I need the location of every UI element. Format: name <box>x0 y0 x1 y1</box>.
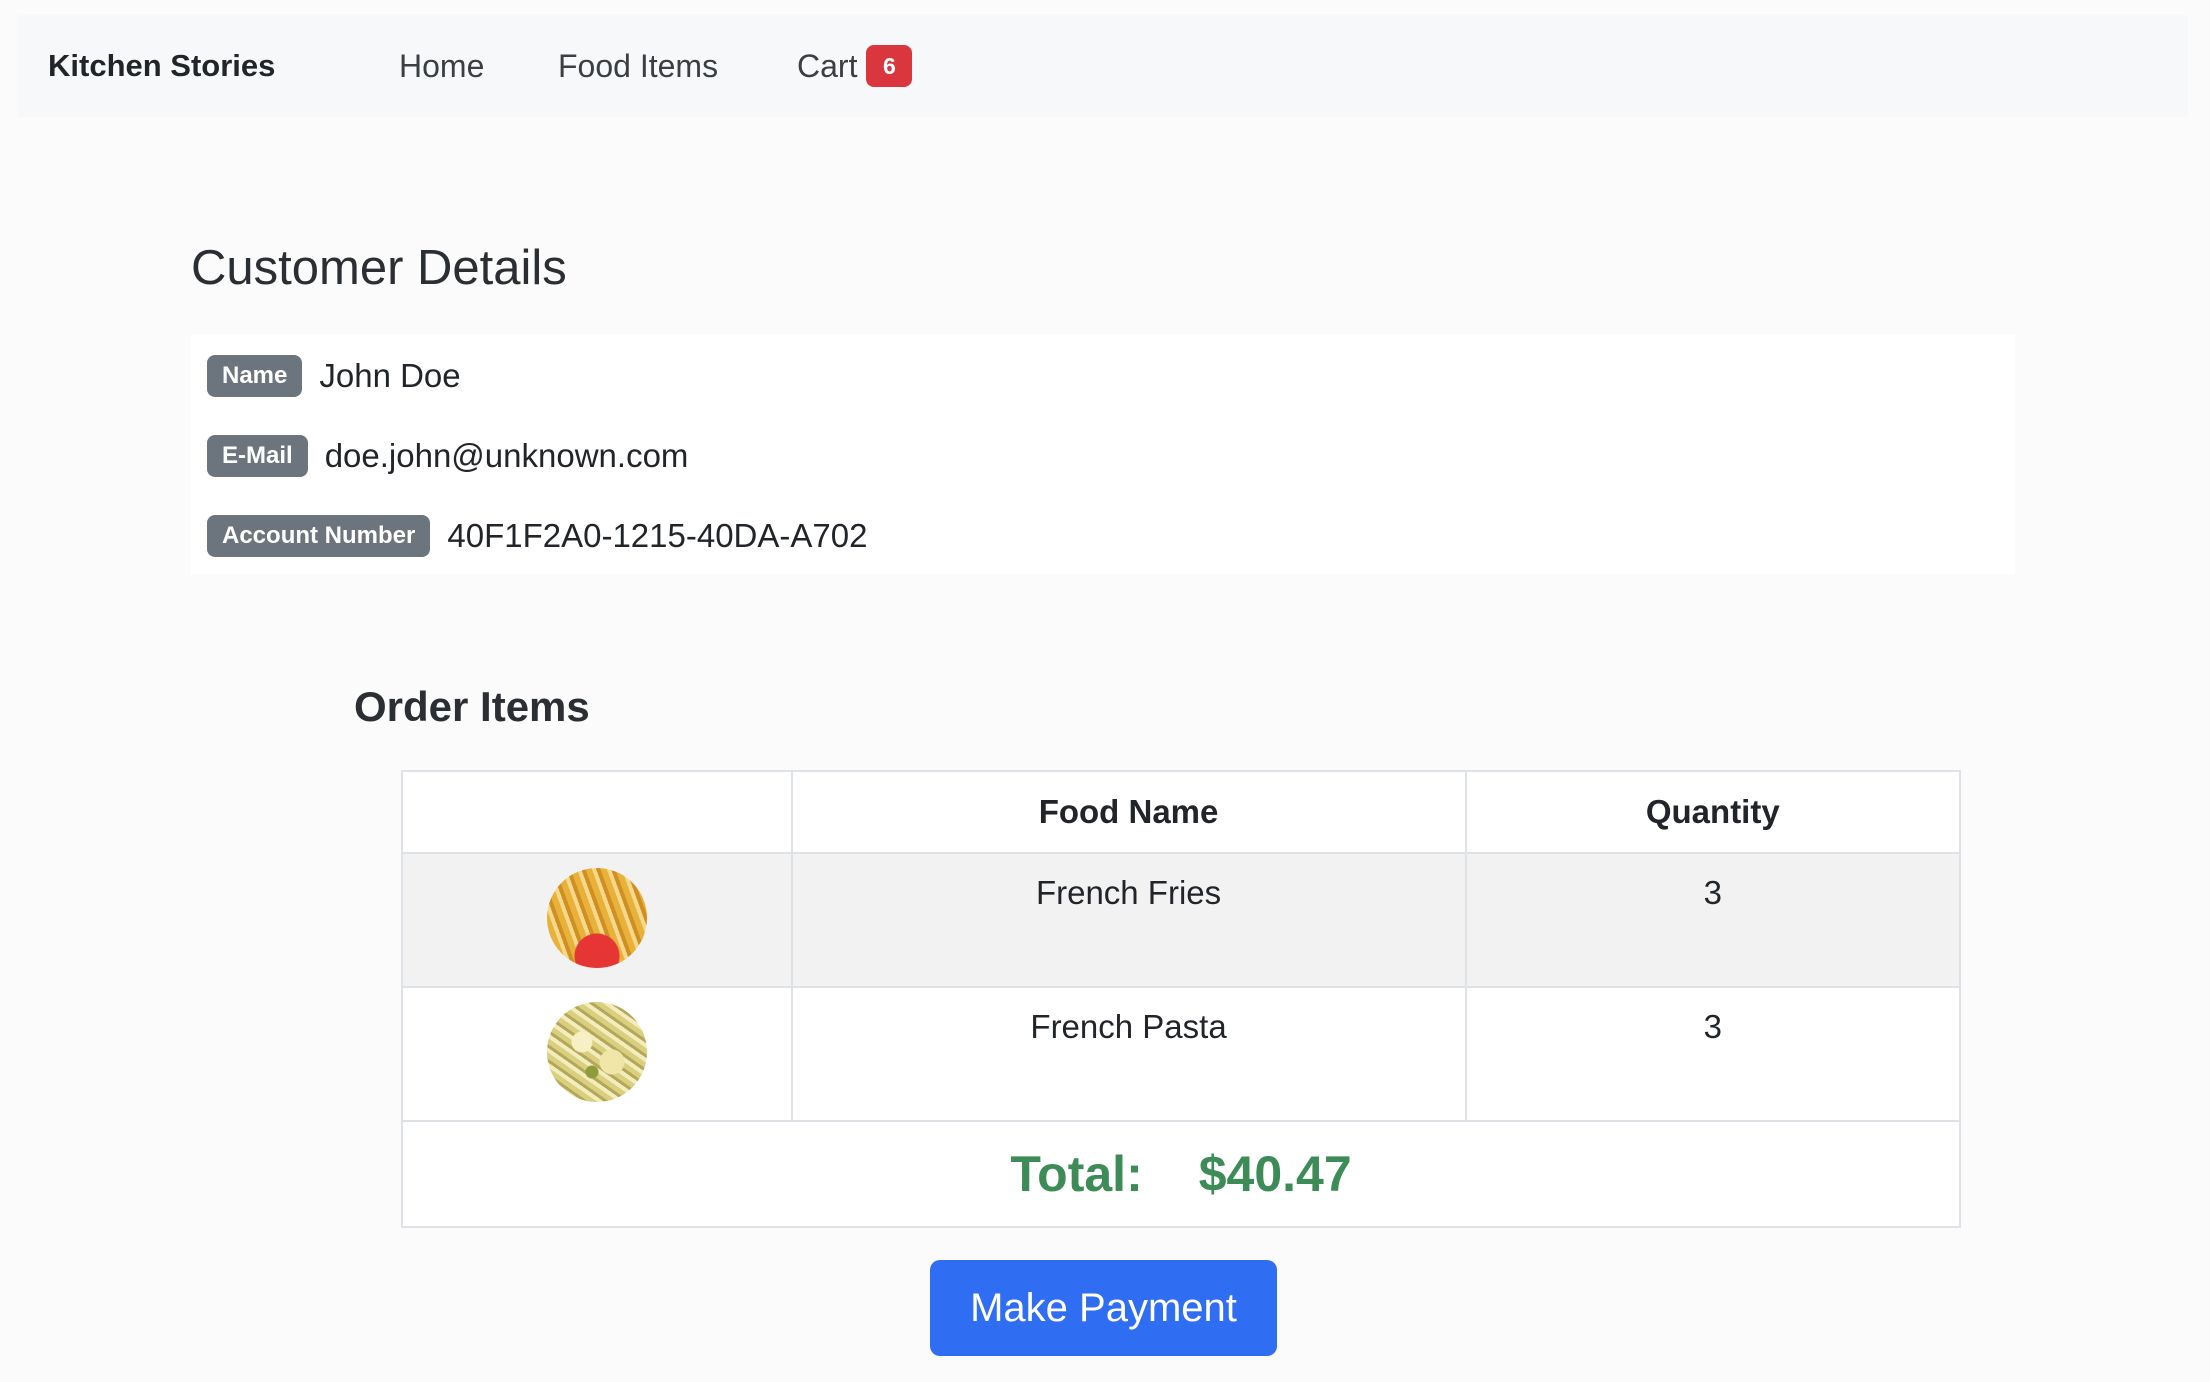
order-items-title: Order Items <box>354 683 590 730</box>
total-amount: $40.47 <box>1198 1146 1352 1202</box>
french-pasta-image <box>546 1002 647 1102</box>
name-value: John Doe <box>319 357 461 394</box>
email-value: doe.john@unknown.com <box>324 437 689 474</box>
column-header-quantity: Quantity <box>1464 770 1962 854</box>
nav-link-cart-label: Cart <box>797 47 858 84</box>
detail-row-email: E-Mail doe.john@unknown.com <box>207 435 688 477</box>
make-payment-button[interactable]: Make Payment <box>930 1260 1277 1356</box>
food-name-cell: French Pasta <box>790 986 1467 1122</box>
table-header-row: Food Name Quantity <box>401 770 1962 854</box>
quantity-cell: 3 <box>1464 986 1962 1122</box>
food-image-cell <box>401 986 793 1122</box>
nav-link-home[interactable]: Home <box>399 48 484 85</box>
column-header-food-name: Food Name <box>790 770 1467 854</box>
navbar: Kitchen Stories Home Food Items Cart 6 <box>18 15 2188 117</box>
french-fries-image <box>546 868 647 968</box>
column-header-image <box>401 770 793 854</box>
email-label-badge: E-Mail <box>207 435 308 477</box>
total-row: Total: $40.47 <box>401 1120 1961 1228</box>
total-label: Total: <box>1010 1146 1143 1202</box>
nav-link-cart[interactable]: Cart 6 <box>797 45 913 87</box>
table-row: French Fries 3 <box>401 852 1962 988</box>
total-cell: Total: $40.47 <box>401 1120 1961 1228</box>
table-row: French Pasta 3 <box>401 986 1962 1122</box>
brand-link[interactable]: Kitchen Stories <box>48 48 275 84</box>
account-number-value: 40F1F2A0-1215-40DA-A702 <box>447 517 868 554</box>
nav-link-food-items[interactable]: Food Items <box>558 48 718 85</box>
account-number-label-badge: Account Number <box>207 515 431 557</box>
name-label-badge: Name <box>207 355 303 397</box>
detail-row-account: Account Number 40F1F2A0-1215-40DA-A702 <box>207 515 867 557</box>
detail-row-name: Name John Doe <box>207 355 461 397</box>
quantity-cell: 3 <box>1464 852 1962 988</box>
order-items-table: Food Name Quantity French Fries 3 French… <box>401 770 1962 1228</box>
cart-count-badge: 6 <box>866 45 913 87</box>
food-image-cell <box>401 852 793 988</box>
food-name-cell: French Fries <box>790 852 1467 988</box>
customer-details-title: Customer Details <box>191 241 567 295</box>
customer-details-card: Name John Doe E-Mail doe.john@unknown.co… <box>191 334 2015 574</box>
